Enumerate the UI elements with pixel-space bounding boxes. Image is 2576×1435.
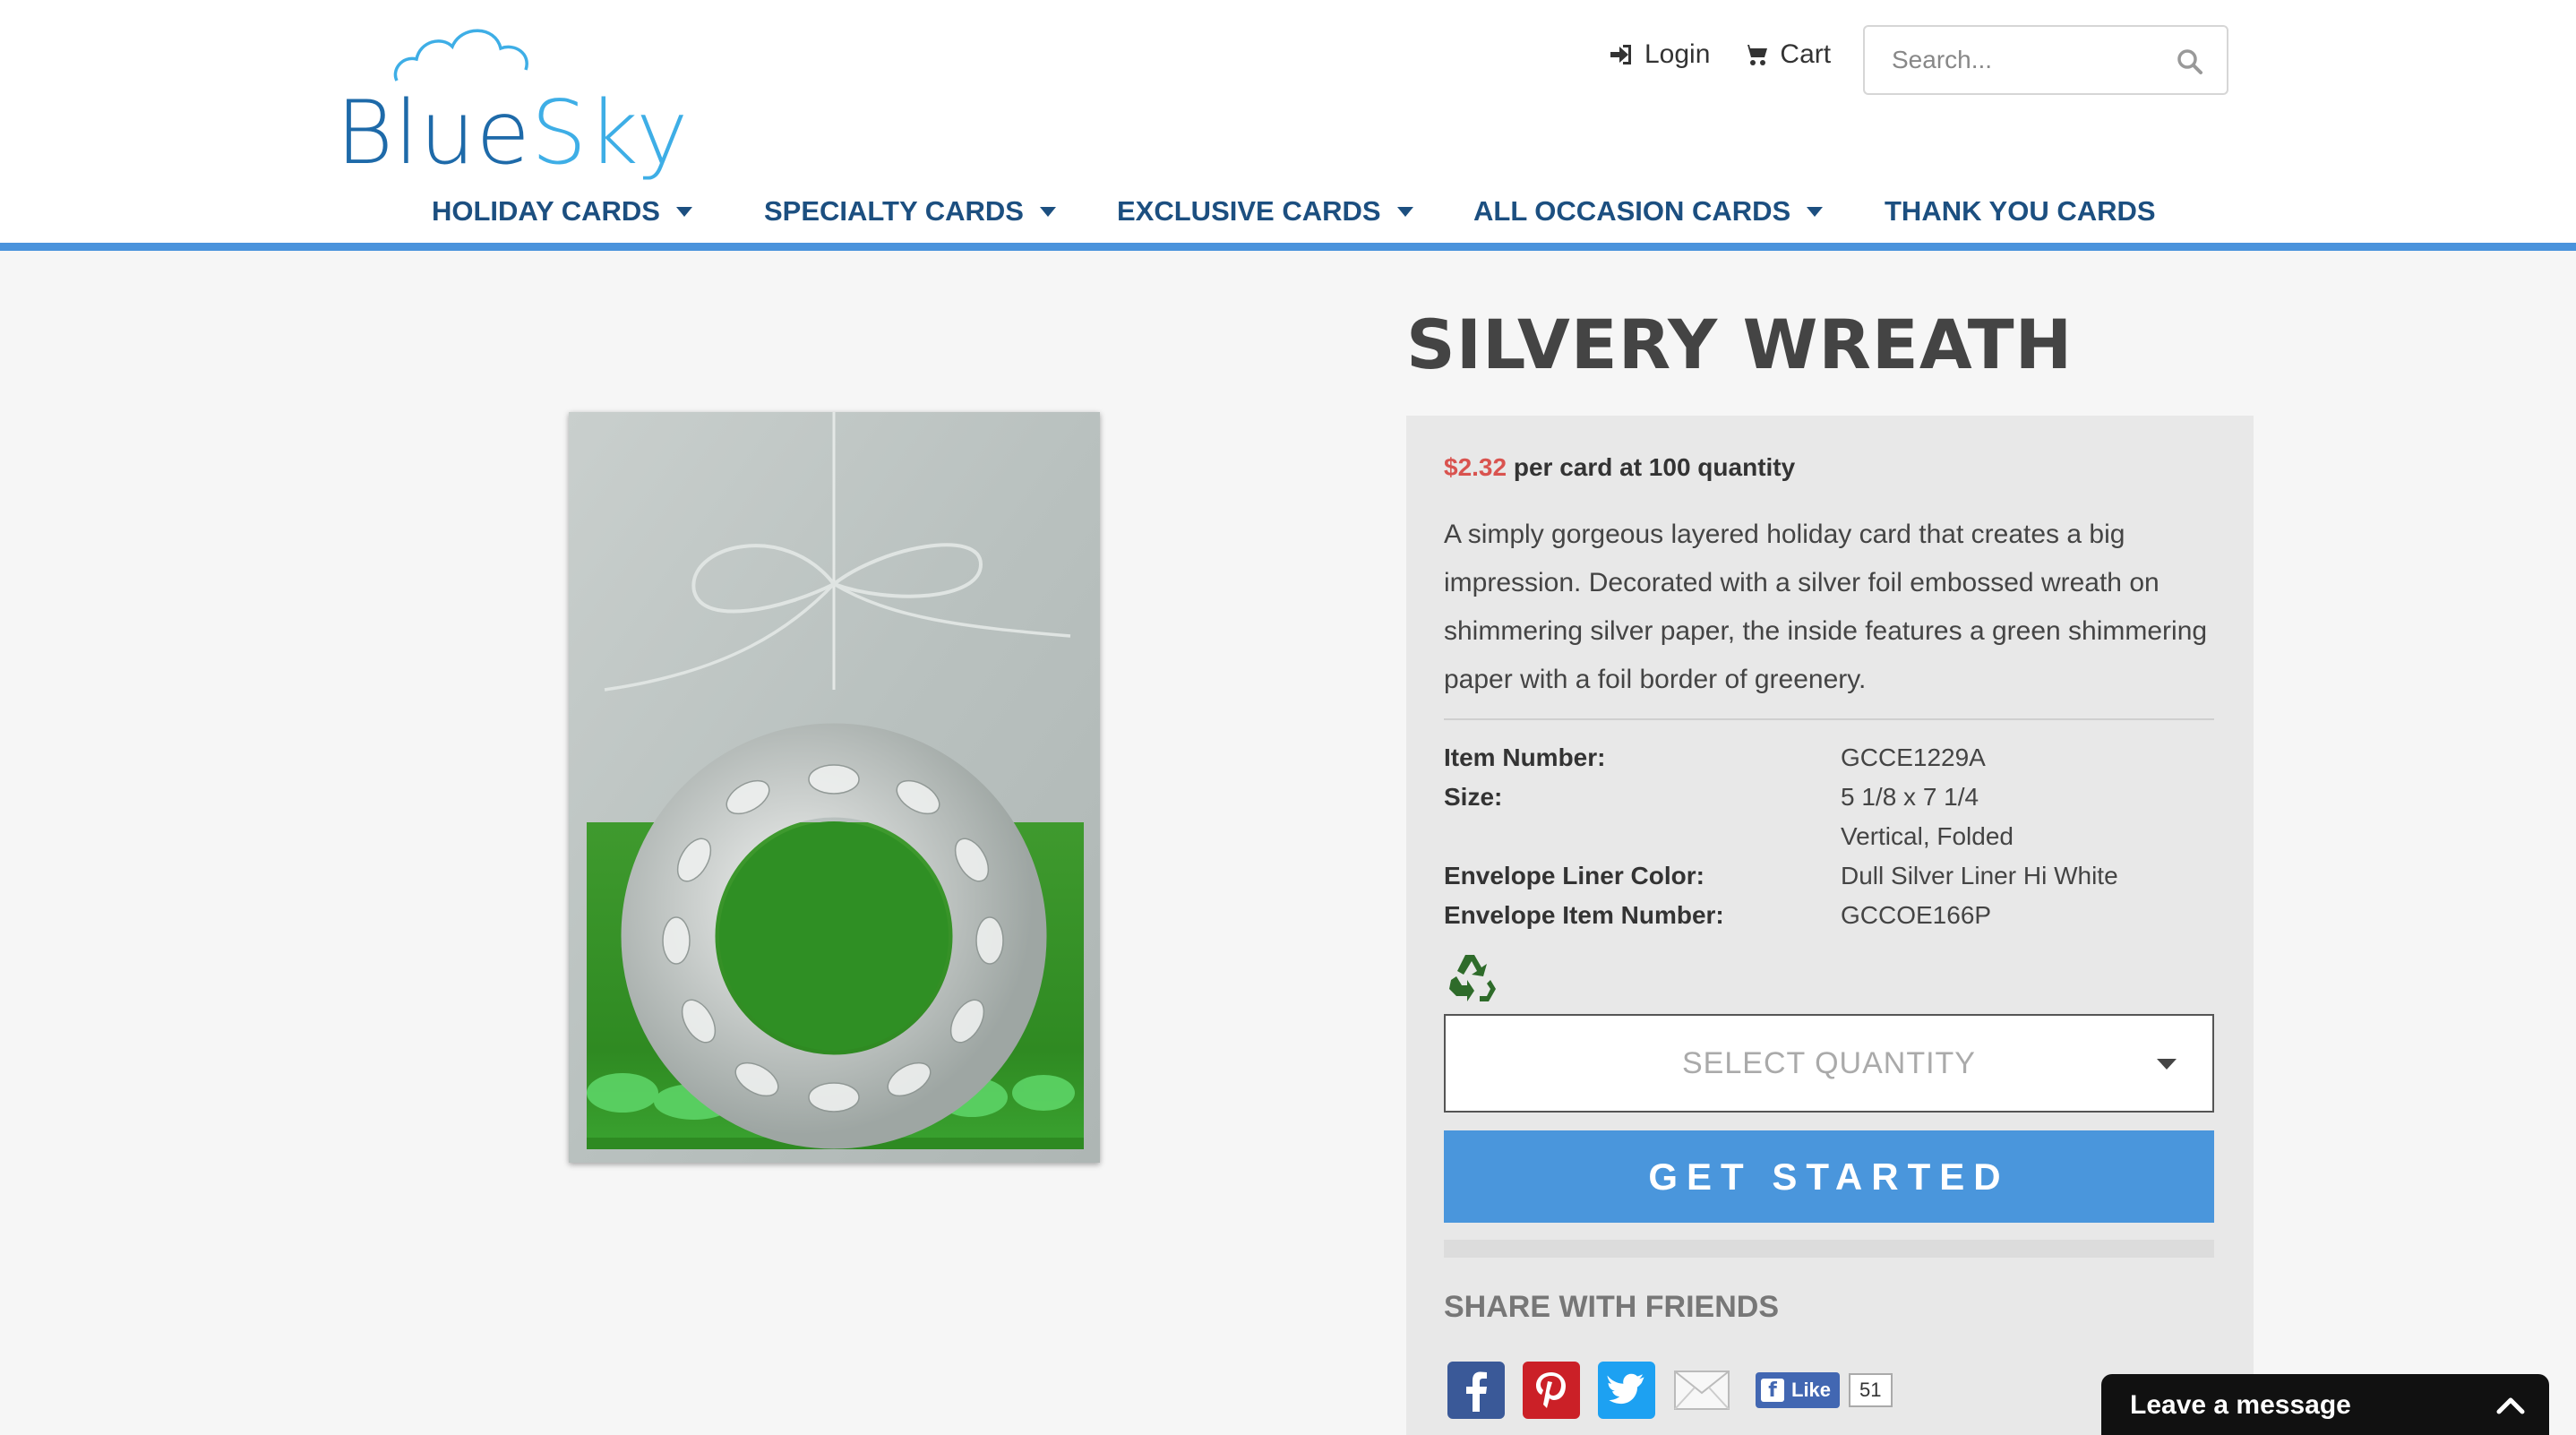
spec-label: Item Number:	[1444, 743, 1606, 771]
price-line: $2.32 per card at 100 quantity	[1444, 453, 1795, 482]
email-share-button[interactable]	[1673, 1362, 1730, 1419]
recycle-icon	[1449, 955, 1496, 1001]
caret-down-icon	[1396, 206, 1413, 217]
nav-exclusive-cards[interactable]: EXCLUSIVE CARDS	[1117, 195, 1413, 228]
caret-down-icon	[1039, 206, 1056, 217]
main-nav: HOLIDAY CARDS SPECIALTY CARDS EXCLUSIVE …	[0, 195, 2576, 240]
divider	[1444, 718, 2214, 720]
caret-down-icon	[1807, 206, 1824, 217]
spec-value: GCCE1229A	[1841, 743, 1986, 771]
spec-label: Size:	[1444, 783, 1503, 811]
spec-value: GCCOE166P	[1841, 901, 1992, 929]
spec-row-size: Size: 5 1/8 x 7 1/4 Vertical, Folded	[1444, 778, 2214, 856]
facebook-like-button[interactable]: f Like	[1756, 1372, 1841, 1408]
like-count: 51	[1849, 1373, 1893, 1407]
spec-row-item-number: Item Number: GCCE1229A	[1444, 738, 2214, 778]
spec-label: Envelope Liner Color:	[1444, 862, 1704, 889]
price-suffix: per card at 100 quantity	[1513, 453, 1796, 481]
caret-down-icon	[675, 206, 692, 217]
facebook-like-widget: f Like 51	[1756, 1372, 1893, 1408]
account-links: Login Cart	[1609, 39, 1863, 70]
spec-value-size: 5 1/8 x 7 1/4	[1841, 783, 1979, 811]
divider-bar	[1444, 1240, 2214, 1258]
cart-link[interactable]: Cart	[1742, 39, 1831, 70]
search-input[interactable]	[1867, 29, 2153, 91]
facebook-f-icon: f	[1761, 1379, 1784, 1402]
search-box	[1863, 25, 2228, 95]
product-description: A simply gorgeous layered holiday card t…	[1444, 520, 2208, 694]
spec-label: Envelope Item Number:	[1444, 901, 1724, 929]
caret-down-icon	[2157, 1059, 2177, 1070]
chat-label: Leave a message	[2130, 1390, 2351, 1420]
product-specs: Item Number: GCCE1229A Size: 5 1/8 x 7 1…	[1444, 738, 2214, 935]
bluesky-logo[interactable]: BlueSky	[336, 20, 694, 181]
nav-label: THANK YOU CARDS	[1885, 195, 2156, 227]
nav-label: EXCLUSIVE CARDS	[1117, 195, 1381, 227]
search-icon[interactable]	[2177, 48, 2203, 75]
cart-icon	[1743, 45, 1768, 65]
facebook-share-button[interactable]	[1447, 1362, 1505, 1419]
twitter-share-button[interactable]	[1598, 1362, 1655, 1419]
pinterest-share-button[interactable]	[1523, 1362, 1580, 1419]
product-info-panel: $2.32 per card at 100 quantity A simply …	[1406, 416, 2254, 1435]
sign-in-icon	[1610, 45, 1631, 64]
product-title: SILVERY WREATH	[1406, 305, 2074, 384]
nav-label: HOLIDAY CARDS	[432, 195, 660, 227]
logo-word-blue: Blue	[336, 82, 531, 185]
pinterest-icon	[1536, 1372, 1566, 1408]
get-started-button[interactable]: GET STARTED	[1444, 1130, 2214, 1223]
spec-value-orientation: Vertical, Folded	[1841, 822, 2014, 850]
envelope-icon	[1674, 1371, 1730, 1410]
login-link[interactable]: Login	[1609, 39, 1710, 70]
nav-label: SPECIALTY CARDS	[764, 195, 1024, 227]
like-label: Like	[1791, 1379, 1832, 1401]
price: $2.32	[1444, 453, 1507, 481]
site-header: BlueSky Login Cart HOLIDAY CA	[0, 0, 2576, 251]
login-label: Login	[1644, 39, 1711, 69]
quantity-select[interactable]: SELECT QUANTITY	[1444, 1014, 2214, 1113]
twitter-icon	[1607, 1373, 1644, 1405]
spec-row-envelope-item: Envelope Item Number: GCCOE166P	[1444, 896, 2214, 935]
product-image[interactable]	[569, 412, 1100, 1163]
facebook-icon	[1466, 1371, 1487, 1412]
cloud-icon	[393, 29, 528, 82]
leave-message-chat[interactable]: Leave a message	[2101, 1374, 2549, 1435]
quantity-select-label: SELECT QUANTITY	[1682, 1045, 1976, 1080]
share-buttons: f Like 51	[1447, 1362, 1893, 1419]
logo-word-sky: Sky	[530, 82, 690, 185]
spec-row-envelope-liner: Envelope Liner Color: Dull Silver Liner …	[1444, 856, 2214, 896]
nav-specialty-cards[interactable]: SPECIALTY CARDS	[764, 195, 1056, 228]
spec-value: Dull Silver Liner Hi White	[1841, 862, 2118, 889]
nav-holiday-cards[interactable]: HOLIDAY CARDS	[432, 195, 692, 228]
nav-thank-you-cards[interactable]: THANK YOU CARDS	[1885, 195, 2156, 228]
cart-label: Cart	[1780, 39, 1832, 69]
nav-label: ALL OCCASION CARDS	[1473, 195, 1791, 227]
chevron-up-icon	[2496, 1397, 2525, 1414]
nav-all-occasion-cards[interactable]: ALL OCCASION CARDS	[1473, 195, 1824, 228]
share-title: SHARE WITH FRIENDS	[1444, 1290, 1779, 1324]
